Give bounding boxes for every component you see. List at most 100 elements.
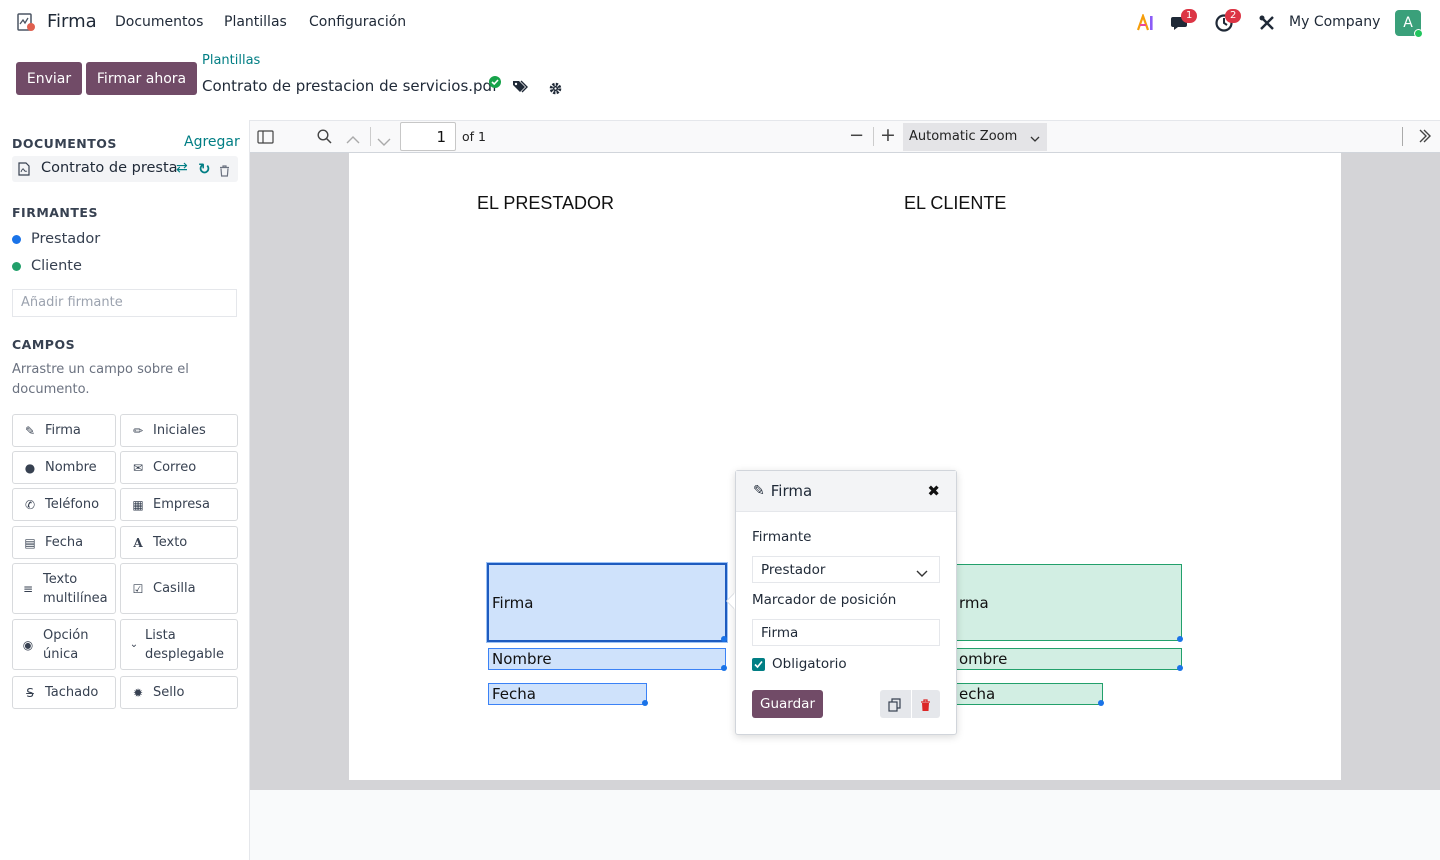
field-label: Nombre xyxy=(45,460,97,475)
field-empresa-button[interactable]: ▦ Empresa xyxy=(120,488,238,521)
resize-handle[interactable] xyxy=(721,636,727,642)
document-item[interactable]: Contrato de presta ⇄ ↻ xyxy=(12,156,238,182)
signature-field-prestador[interactable]: Firma xyxy=(487,563,727,642)
required-checkbox[interactable] xyxy=(752,657,765,671)
messages-icon[interactable]: 1 xyxy=(1169,9,1198,34)
menu-configuracion[interactable]: Configuración xyxy=(309,14,406,30)
resize-handle[interactable] xyxy=(1177,665,1183,671)
tags-icon[interactable] xyxy=(512,79,528,98)
field-iniciales-button[interactable]: ✏ Iniciales xyxy=(120,414,238,447)
documents-section-title: DOCUMENTOS xyxy=(12,136,117,151)
page-count: of 1 xyxy=(462,129,486,144)
trash-icon[interactable] xyxy=(219,162,230,181)
field-label: Correo xyxy=(153,460,197,475)
radio-icon: ◉ xyxy=(22,637,34,652)
field-label: Empresa xyxy=(153,497,210,512)
field-correo-button[interactable]: ✉ Correo xyxy=(120,451,238,484)
search-icon[interactable] xyxy=(317,129,332,148)
app-name[interactable]: Firma xyxy=(47,11,97,32)
menu-plantillas[interactable]: Plantillas xyxy=(224,14,287,30)
zoom-in-icon[interactable]: + xyxy=(880,124,896,146)
envelope-icon: ✉ xyxy=(132,460,144,475)
signer-cliente[interactable]: Cliente xyxy=(12,258,82,274)
sidebar-toggle-icon[interactable] xyxy=(257,129,274,148)
chevron-up-icon[interactable] xyxy=(346,130,360,149)
add-document-link[interactable]: Agregar xyxy=(184,134,240,150)
edit-icon: ✎ xyxy=(753,483,765,499)
field-firma-button[interactable]: ✎ Firma xyxy=(12,414,116,447)
signer-name: Cliente xyxy=(31,258,82,274)
chevron-down-icon[interactable] xyxy=(377,132,391,151)
close-icon[interactable]: ✖ xyxy=(927,482,940,500)
placeholder-input[interactable]: Firma xyxy=(752,619,940,646)
seal-icon: ✹ xyxy=(132,685,144,700)
field-opcion-unica-button[interactable]: ◉ Opción única xyxy=(12,619,116,670)
zoom-value: Automatic Zoom xyxy=(909,129,1018,144)
field-sello-button[interactable]: ✹ Sello xyxy=(120,676,238,709)
refresh-icon[interactable]: ↻ xyxy=(198,160,211,178)
add-signer-input[interactable]: Añadir firmante xyxy=(12,289,237,317)
zoom-select[interactable]: Automatic Zoom xyxy=(903,123,1047,151)
checkbox-icon: ☑ xyxy=(132,581,144,596)
field-text: Fecha xyxy=(492,685,536,703)
name-field-prestador[interactable]: Nombre xyxy=(488,648,727,671)
field-casilla-button[interactable]: ☑ Casilla xyxy=(120,563,238,614)
file-pdf-icon xyxy=(18,161,30,180)
field-nombre-button[interactable]: ● Nombre xyxy=(12,451,116,484)
avatar-letter: A xyxy=(1403,15,1413,31)
double-chevron-right-icon[interactable] xyxy=(1418,128,1432,148)
edit-icon: ✎ xyxy=(24,423,36,438)
field-texto-button[interactable]: A Texto xyxy=(120,526,238,559)
user-avatar[interactable]: A xyxy=(1395,10,1423,38)
breadcrumb-plantillas[interactable]: Plantillas xyxy=(202,53,260,68)
ai-icon[interactable] xyxy=(1135,12,1157,34)
required-checkbox-row[interactable]: Obligatorio xyxy=(752,656,847,672)
heading-prestador: EL PRESTADOR xyxy=(477,193,615,213)
tools-icon[interactable] xyxy=(1256,12,1278,34)
top-navbar: Firma Documentos Plantillas Configuració… xyxy=(0,0,1440,46)
resize-handle[interactable] xyxy=(1177,636,1183,642)
company-switcher[interactable]: My Company xyxy=(1289,14,1380,30)
field-text: ombre xyxy=(959,650,1008,668)
calendar-icon: ▤ xyxy=(24,535,36,550)
activity-clock-icon[interactable]: 2 xyxy=(1213,9,1242,34)
duplicate-icon[interactable] xyxy=(888,697,901,716)
field-label: Texto multilínea xyxy=(43,571,108,606)
save-button[interactable]: Guardar xyxy=(752,690,823,718)
popover-arrow xyxy=(727,593,735,609)
send-button[interactable]: Enviar xyxy=(16,62,82,95)
signer-name: Prestador xyxy=(31,231,101,247)
page-title: Contrato de prestacion de servicios.pdf xyxy=(202,77,498,95)
gear-icon[interactable] xyxy=(549,80,562,99)
pencil-icon: ✏ xyxy=(132,423,144,438)
date-field-cliente[interactable]: echa xyxy=(955,683,1104,706)
chevron-down-icon xyxy=(916,566,928,582)
field-lista-desplegable-button[interactable]: ⌄ Lista desplegable xyxy=(120,619,238,670)
field-tachado-button[interactable]: S Tachado xyxy=(12,676,116,709)
field-text: rma xyxy=(959,593,989,612)
swap-icon[interactable]: ⇄ xyxy=(176,160,188,176)
trash-icon[interactable] xyxy=(920,697,931,716)
field-texto-multilinea-button[interactable]: ≡ Texto multilínea xyxy=(12,563,116,614)
zoom-out-icon[interactable]: − xyxy=(849,125,864,146)
toolbar-separator xyxy=(873,127,874,146)
field-text: echa xyxy=(959,685,996,703)
name-field-cliente[interactable]: ombre xyxy=(955,648,1183,671)
sign-now-button[interactable]: Firmar ahora xyxy=(86,62,197,95)
page-number-input[interactable]: 1 xyxy=(400,122,456,151)
sign-app-icon[interactable] xyxy=(16,12,36,32)
field-label: Teléfono xyxy=(45,497,100,512)
signer-prestador[interactable]: Prestador xyxy=(12,231,100,247)
signature-field-cliente[interactable]: rma xyxy=(955,564,1183,642)
toolbar-separator xyxy=(1402,127,1403,146)
toolbar-separator xyxy=(370,127,371,146)
field-telefono-button[interactable]: ✆ Teléfono xyxy=(12,488,116,521)
menu-documentos[interactable]: Documentos xyxy=(115,14,203,30)
resize-handle[interactable] xyxy=(642,700,648,706)
date-field-prestador[interactable]: Fecha xyxy=(488,683,648,706)
resize-handle[interactable] xyxy=(721,665,727,671)
signer-select[interactable]: Prestador xyxy=(752,556,940,583)
button-divider xyxy=(911,690,912,718)
resize-handle[interactable] xyxy=(1098,700,1104,706)
field-fecha-button[interactable]: ▤ Fecha xyxy=(12,526,116,559)
